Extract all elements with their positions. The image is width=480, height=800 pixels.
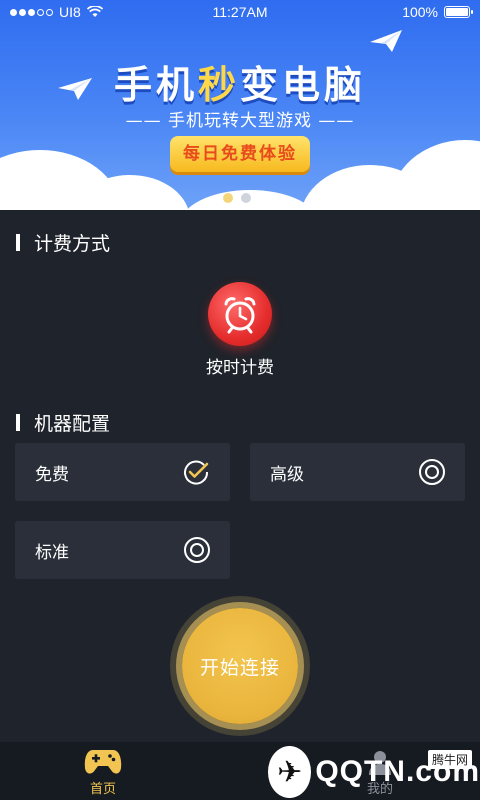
banner-pager <box>223 193 251 203</box>
option-free[interactable]: 免费 <box>15 443 230 501</box>
battery-icon <box>444 6 473 18</box>
billing-method-label: 按时计费 <box>206 358 274 378</box>
tab-home[interactable]: 首页 <box>63 748 143 797</box>
option-advanced[interactable]: 高级 <box>250 443 465 501</box>
watermark-tag: 腾牛网 <box>427 750 472 769</box>
watermark-logo: ✈ QQTN.com 腾牛网 <box>268 744 480 800</box>
status-bar: UI8 11:27AM 100% <box>0 0 480 24</box>
section-marker <box>16 414 20 431</box>
promo-banner[interactable]: 手机秒变电脑 —— 手机玩转大型游戏 —— 每日免费体验 <box>0 0 480 210</box>
free-trial-button[interactable]: 每日免费体验 <box>170 136 310 172</box>
paper-plane-icon <box>370 30 402 52</box>
machine-section-title: 机器配置 <box>34 413 111 435</box>
radio-unchecked-icon[interactable] <box>419 459 445 485</box>
checked-circle-icon[interactable] <box>182 458 210 486</box>
alarm-clock-icon[interactable] <box>208 282 272 346</box>
option-standard[interactable]: 标准 <box>15 521 230 579</box>
watermark-emblem-icon: ✈ <box>268 746 312 798</box>
tab-home-label: 首页 <box>89 782 116 797</box>
banner-title: 手机秒变电脑 <box>113 63 367 107</box>
billing-section-title: 计费方式 <box>34 233 111 255</box>
gamepad-icon <box>84 750 122 774</box>
cloud-decoration <box>390 140 480 210</box>
section-marker <box>16 234 20 251</box>
option-label: 高级 <box>270 464 304 485</box>
pager-dot[interactable] <box>241 193 251 203</box>
pager-dot-active[interactable] <box>223 193 233 203</box>
billing-section-header: 计费方式 <box>16 229 110 256</box>
clock: 11:27AM <box>212 4 268 20</box>
radio-unchecked-icon[interactable] <box>184 537 210 563</box>
start-connect-button[interactable]: 开始连接 <box>182 608 298 724</box>
option-label: 免费 <box>35 464 69 485</box>
machine-section-header: 机器配置 <box>16 409 110 436</box>
banner-subtitle: —— 手机玩转大型游戏 —— <box>125 111 355 131</box>
option-label: 标准 <box>35 542 69 563</box>
